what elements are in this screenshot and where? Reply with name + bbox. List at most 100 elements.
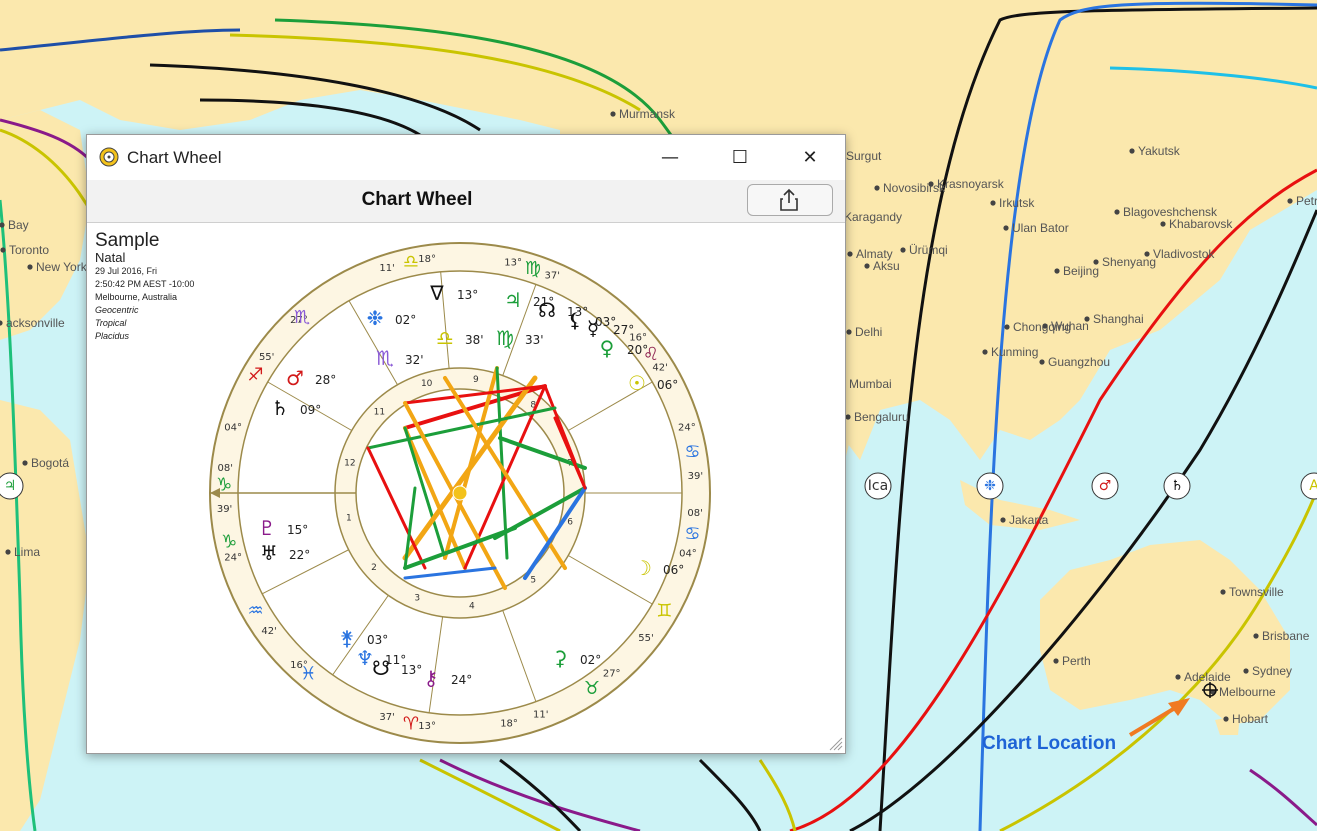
planet-glyph: ∇ — [429, 281, 444, 305]
city-label: Krasnoyarsk — [937, 177, 1005, 191]
planet-glyph: ♏ — [376, 346, 394, 370]
chart-geo: Geocentric — [95, 305, 139, 315]
house-number: 2 — [371, 563, 377, 573]
city-marker[interactable]: Adelaide — [1175, 670, 1231, 684]
planet-degree: 06° — [663, 563, 684, 577]
city-marker[interactable]: Yakutsk — [1129, 144, 1181, 158]
planet-glyph: ⚵ — [340, 626, 355, 650]
chart-time: 2:50:42 PM AEST -10:00 — [95, 279, 195, 289]
zodiac-sign-glyph: ♎ — [403, 252, 419, 273]
city-marker[interactable]: New York — [27, 260, 88, 274]
house-number: 1 — [346, 514, 352, 524]
city-dot — [1175, 674, 1181, 680]
city-dot — [1243, 668, 1249, 674]
city-label: Murmansk — [619, 107, 676, 121]
minimize-icon: — — [661, 147, 679, 168]
share-button[interactable] — [747, 184, 833, 216]
city-dot — [1160, 221, 1166, 227]
city-dot — [1220, 589, 1226, 595]
city-marker[interactable]: Novosibirsk — [874, 181, 946, 195]
planet-glyph: ♀ — [600, 336, 615, 360]
chart-zodiac: Tropical — [95, 318, 127, 328]
cusp-degree-label: 27° — [603, 668, 621, 679]
house-number: 6 — [567, 518, 573, 528]
city-dot — [0, 247, 6, 253]
cusp-degree-label: 55' — [259, 352, 274, 363]
cusp-degree-label: 13° — [504, 258, 522, 269]
city-dot — [610, 111, 616, 117]
planet-glyph: ☽ — [634, 556, 652, 580]
planet-degree: 22° — [289, 548, 310, 562]
chart-wheel-window[interactable]: Chart Wheel — ☐ ✕ Chart Wheel Sample Nat… — [86, 134, 846, 754]
chart-wheel[interactable]: 11'18° 13°37'16°42'24°39'08'04°55'27°11'1… — [205, 238, 715, 748]
city-marker[interactable]: Shenyang — [1093, 255, 1156, 269]
city-marker[interactable]: acksonville — [0, 316, 65, 330]
zodiac-sign-glyph: ♈ — [403, 713, 419, 734]
chart-content: Sample Natal 29 Jul 2016, Fri 2:50:42 PM… — [87, 223, 845, 753]
wheel-center — [452, 485, 468, 501]
city-marker[interactable]: Kunming — [982, 345, 1038, 359]
planet-glyph: ⚸ — [568, 308, 583, 332]
city-dot — [1039, 359, 1045, 365]
city-label: Vladivostok — [1153, 247, 1215, 261]
window-title: Chart Wheel — [127, 148, 222, 167]
chart-house-system: Placidus — [95, 331, 130, 341]
planet-glyph: ☉ — [628, 371, 646, 395]
city-marker[interactable]: Mumbai — [840, 377, 892, 391]
city-label: New York — [36, 260, 88, 274]
planet-glyph: ♂ — [286, 366, 304, 390]
planet-degree: 13° — [457, 288, 478, 302]
city-label: Bay — [8, 218, 29, 232]
city-dot — [874, 185, 880, 191]
chart-place: Melbourne, Australia — [95, 292, 178, 302]
city-marker[interactable]: Guangzhou — [1039, 355, 1110, 369]
planet-glyph: ⚳ — [553, 646, 568, 670]
zodiac-sign-glyph: ♏ — [294, 307, 310, 328]
city-label: Lima — [14, 545, 40, 559]
city-dot — [928, 181, 934, 187]
planet-line-badge[interactable]: ♂ — [1091, 472, 1119, 500]
planet-degree: 38' — [465, 333, 484, 347]
planet-line-badge[interactable]: ❉ — [976, 472, 1004, 500]
city-label: Adelaide — [1184, 670, 1231, 684]
city-dot — [1129, 148, 1135, 154]
close-button[interactable]: ✕ — [775, 135, 845, 180]
city-marker[interactable]: Bengaluru — [845, 410, 909, 424]
minimize-button[interactable]: — — [635, 135, 705, 180]
cusp-degree-label: 08' — [687, 508, 702, 519]
city-dot — [1287, 198, 1293, 204]
city-marker[interactable]: Krasnoyarsk — [928, 177, 1005, 191]
city-dot — [1054, 268, 1060, 274]
chart-date: 29 Jul 2016, Fri — [95, 266, 158, 276]
planet-badge-glyph: ♃ — [4, 478, 17, 494]
city-dot — [5, 549, 11, 555]
planet-line-badge[interactable]: Ica — [864, 472, 892, 500]
city-label: Townsville — [1229, 585, 1284, 599]
city-label: Kunming — [991, 345, 1038, 359]
city-marker[interactable]: Ulan Bator — [1003, 221, 1069, 235]
planet-line-badge[interactable]: ♄ — [1163, 472, 1191, 500]
city-label: Shenyang — [1102, 255, 1156, 269]
house-number: 9 — [473, 375, 479, 385]
planet-degree: 15° — [287, 523, 308, 537]
city-marker[interactable]: Melbourne — [1210, 685, 1276, 699]
planet-line-badge[interactable]: ♃ — [0, 472, 24, 500]
planet-degree: 06° — [657, 378, 678, 392]
zodiac-sign-glyph: ♋ — [684, 442, 700, 463]
maximize-button[interactable]: ☐ — [705, 135, 775, 180]
city-marker[interactable]: Townsville — [1220, 585, 1284, 599]
city-marker[interactable]: Shanghai — [1084, 312, 1144, 326]
planet-degree: 28° — [315, 373, 336, 387]
title-bar[interactable]: Chart Wheel — ☐ ✕ — [87, 135, 845, 180]
cusp-degree-label: 42' — [261, 626, 276, 637]
city-marker[interactable]: Brisbane — [1253, 629, 1310, 643]
city-label: Khabarovsk — [1169, 217, 1233, 231]
planet-glyph: ♎ — [436, 326, 454, 350]
cusp-degree-label: 39' — [688, 471, 703, 482]
city-label: Shanghai — [1093, 312, 1144, 326]
city-marker[interactable]: Khabarovsk — [1160, 217, 1233, 231]
city-label: Yakutsk — [1138, 144, 1181, 158]
city-label: Perth — [1062, 654, 1091, 668]
resize-grip[interactable] — [825, 733, 843, 751]
city-marker[interactable]: Murmansk — [610, 107, 676, 121]
